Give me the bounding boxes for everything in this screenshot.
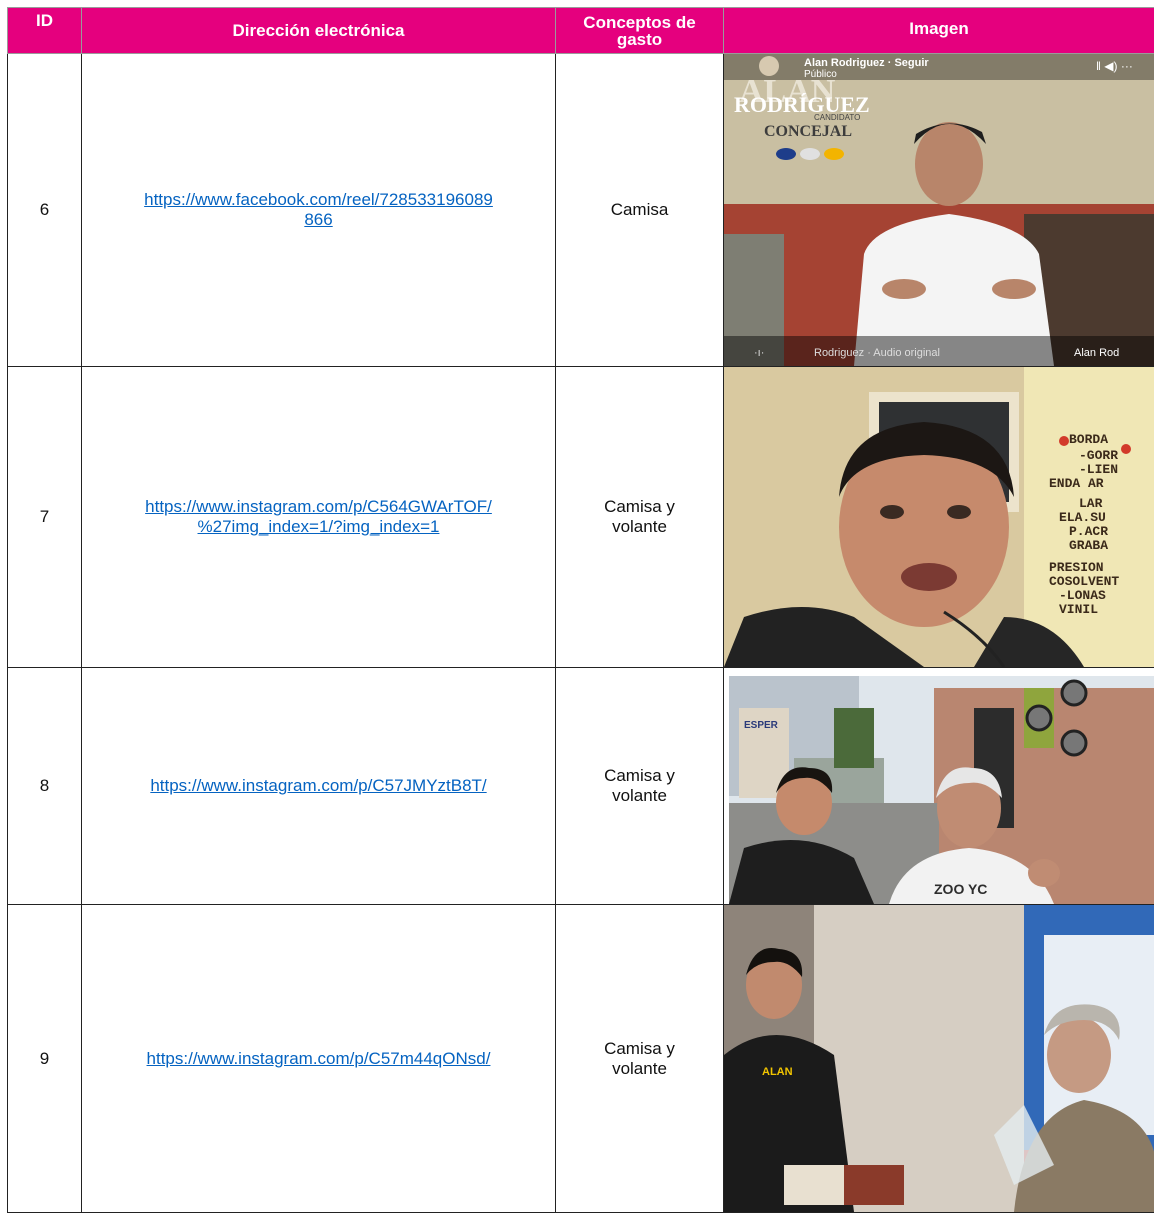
svg-text:Rodriguez · Audio original: Rodriguez · Audio original bbox=[814, 347, 940, 359]
table-row: 7 https://www.instagram.com/p/C564GWArTO… bbox=[7, 366, 1154, 668]
svg-text:CONCEJAL: CONCEJAL bbox=[764, 123, 852, 140]
row-concept: Camisa y volante bbox=[555, 904, 724, 1213]
selfie-photo: BORDA -GORR -LIEN ENDA AR LAR ELA.SU P.A… bbox=[724, 367, 1154, 667]
svg-text:ZOO YC: ZOO YC bbox=[934, 881, 987, 897]
svg-text:VINIL: VINIL bbox=[1059, 602, 1098, 617]
svg-text:LAR: LAR bbox=[1079, 496, 1103, 511]
row-url: https://www.instagram.com/p/C57JMYztB8T/ bbox=[81, 667, 556, 905]
svg-text:P.ACR: P.ACR bbox=[1069, 524, 1108, 539]
svg-text:ENDA AR: ENDA AR bbox=[1049, 476, 1104, 491]
svg-text:Público: Público bbox=[804, 69, 837, 80]
video-screenshot: ALAN RODRÍGUEZ CANDIDATO CONCEJAL Alan R… bbox=[724, 54, 1154, 366]
header-id: ID bbox=[7, 7, 82, 54]
svg-text:‖ ◀) ···: ‖ ◀) ··· bbox=[1096, 59, 1133, 73]
svg-text:CANDIDATO: CANDIDATO bbox=[814, 113, 860, 122]
url-link[interactable]: https://www.instagram.com/p/C57JMYztB8T/ bbox=[150, 776, 486, 795]
svg-text:ESPER: ESPER bbox=[744, 720, 779, 731]
svg-text:COSOLVENT: COSOLVENT bbox=[1049, 574, 1119, 589]
svg-text:Alan Rod: Alan Rod bbox=[1074, 347, 1119, 359]
svg-text:PRESION: PRESION bbox=[1049, 560, 1104, 575]
header-row: ID Dirección electrónica Conceptos de ga… bbox=[7, 7, 1154, 54]
svg-text:-GORR: -GORR bbox=[1079, 448, 1118, 463]
svg-text:GRABA: GRABA bbox=[1069, 538, 1108, 553]
table-row: 9 https://www.instagram.com/p/C57m44qONs… bbox=[7, 904, 1154, 1213]
url-link[interactable]: https://www.instagram.com/p/C57m44qONsd/ bbox=[147, 1049, 491, 1068]
header-image: Imagen bbox=[723, 7, 1154, 54]
url-link[interactable]: https://www.facebook.com/reel/7285331960… bbox=[144, 190, 493, 229]
table-row: 6 https://www.facebook.com/reel/72853319… bbox=[7, 53, 1154, 367]
svg-text:ELA.SU: ELA.SU bbox=[1059, 510, 1106, 525]
doorstep-photo: ALAN bbox=[724, 905, 1154, 1212]
svg-text:BORDA: BORDA bbox=[1069, 432, 1108, 447]
expense-table: ID Dirección electrónica Conceptos de ga… bbox=[7, 7, 1154, 1213]
svg-text:·ı·: ·ı· bbox=[754, 347, 764, 359]
row-concept: Camisa bbox=[555, 53, 724, 367]
svg-text:ALAN: ALAN bbox=[762, 1066, 793, 1078]
row-image: ALAN RODRÍGUEZ CANDIDATO CONCEJAL Alan R… bbox=[723, 53, 1154, 367]
header-concept: Conceptos de gasto bbox=[555, 7, 724, 54]
row-url: https://www.facebook.com/reel/7285331960… bbox=[81, 53, 556, 367]
row-id: 9 bbox=[7, 904, 82, 1213]
row-image: BORDA -GORR -LIEN ENDA AR LAR ELA.SU P.A… bbox=[723, 366, 1154, 668]
row-image: ALAN bbox=[723, 904, 1154, 1213]
svg-text:-LIEN: -LIEN bbox=[1079, 462, 1118, 477]
url-link[interactable]: https://www.instagram.com/p/C564GWArTOF/… bbox=[145, 497, 492, 536]
row-url: https://www.instagram.com/p/C564GWArTOF/… bbox=[81, 366, 556, 668]
row-concept: Camisa y volante bbox=[555, 667, 724, 905]
row-id: 7 bbox=[7, 366, 82, 668]
row-image: ESPER ZOO YC bbox=[723, 667, 1154, 905]
row-id: 8 bbox=[7, 667, 82, 905]
table-row: 8 https://www.instagram.com/p/C57JMYztB8… bbox=[7, 667, 1154, 905]
svg-text:-LONAS: -LONAS bbox=[1059, 588, 1106, 603]
row-concept: Camisa y volante bbox=[555, 366, 724, 668]
row-id: 6 bbox=[7, 53, 82, 367]
street-photo: ESPER ZOO YC bbox=[724, 668, 1154, 904]
header-url: Dirección electrónica bbox=[81, 7, 556, 54]
svg-text:Alan Rodriguez · Seguir: Alan Rodriguez · Seguir bbox=[804, 57, 929, 69]
row-url: https://www.instagram.com/p/C57m44qONsd/ bbox=[81, 904, 556, 1213]
